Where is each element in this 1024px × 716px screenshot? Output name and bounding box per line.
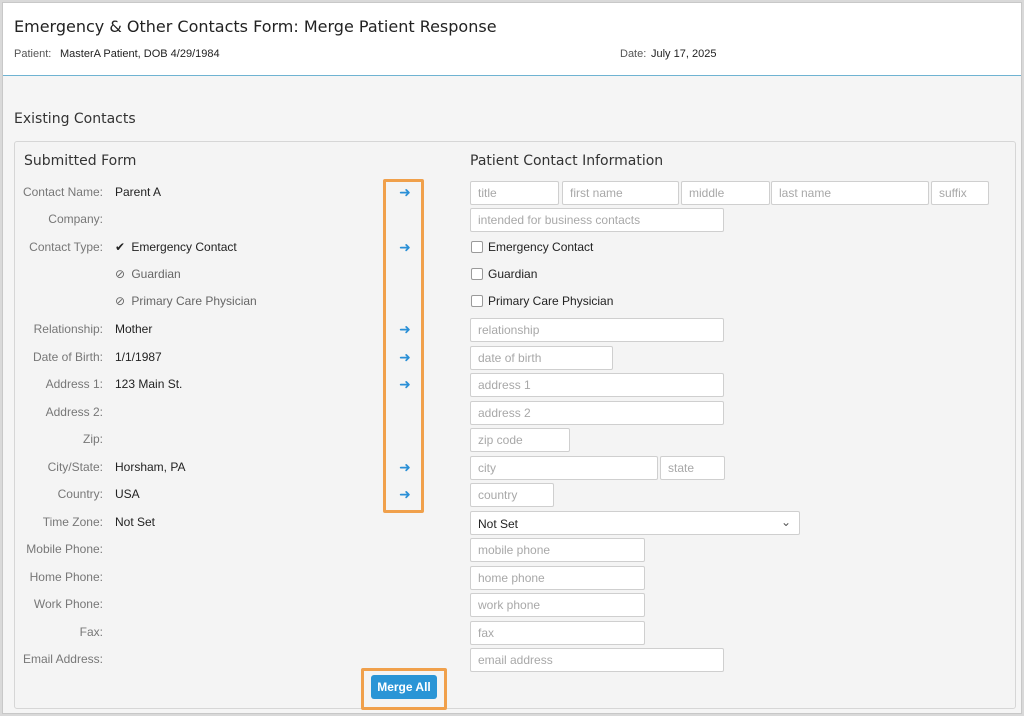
row-contact-type-guardian: ⊘ Guardian Guardian [15,263,1015,287]
relationship-input[interactable] [470,318,724,342]
contact-type-guardian-value: ⊘ Guardian [115,267,181,281]
address1-label: Address 1: [45,377,103,391]
email-label: Email Address: [22,652,103,666]
date-label: Date: [620,48,647,60]
row-time-zone: Time Zone: Not Set Not Set ⌄ [15,511,1015,535]
first-name-input[interactable] [562,181,679,205]
patient-label: Patient: [14,48,52,60]
dob-label: Date of Birth: [32,350,103,364]
row-work-phone: Work Phone: [15,593,1015,617]
city-state-label: City/State: [47,460,103,474]
address2-input[interactable] [470,401,724,425]
dob-value: 1/1/1987 [115,350,162,364]
company-label: Company: [48,212,103,226]
fax-input[interactable] [470,621,645,645]
contact-name-value: Parent A [115,185,162,199]
row-contact-type-emergency: Contact Type: ✔ Emergency Contact ➜ Emer… [15,236,1015,260]
address2-label: Address 2: [45,405,103,419]
submitted-form-title: Submitted Form [24,153,137,169]
last-name-input[interactable] [771,181,929,205]
email-input[interactable] [470,648,724,672]
zip-input[interactable] [470,428,570,452]
work-phone-input[interactable] [470,593,645,617]
window-frame: Emergency & Other Contacts Form: Merge P… [2,2,1022,714]
emergency-contact-checkbox-label: Emergency Contact [488,240,594,254]
row-city-state: City/State: Horsham, PA ➜ [15,456,1015,480]
section-title: Existing Contacts [14,111,136,127]
row-address2: Address 2: [15,401,1015,425]
relationship-value: Mother [115,322,153,336]
merge-all-button[interactable]: Merge All [371,675,437,699]
zip-label: Zip: [82,432,103,446]
home-phone-label: Home Phone: [29,570,103,584]
country-input[interactable] [470,483,554,507]
time-zone-select[interactable]: Not Set ⌄ [470,511,800,535]
time-zone-value: Not Set [115,515,156,529]
address1-input[interactable] [470,373,724,397]
title-input[interactable] [470,181,559,205]
dob-input[interactable] [470,346,613,370]
contact-type-pcp-value: ⊘ Primary Care Physician [115,294,257,308]
row-address1: Address 1: 123 Main St. ➜ [15,373,1015,397]
page-title: Emergency & Other Contacts Form: Merge P… [14,17,497,36]
state-input[interactable] [660,456,725,480]
checkmark-icon: ✔ [115,240,126,254]
contact-type-label: Contact Type: [29,240,103,254]
city-input[interactable] [470,456,658,480]
contact-type-emergency-value: ✔ Emergency Contact [115,240,237,254]
company-input[interactable] [470,208,724,232]
row-contact-type-pcp: ⊘ Primary Care Physician Primary Care Ph… [15,290,1015,314]
primary-care-physician-checkbox-label: Primary Care Physician [488,294,614,308]
contact-name-label: Contact Name: [22,185,103,199]
country-label: Country: [57,487,103,501]
row-company: Company: [15,208,1015,232]
not-selected-icon: ⊘ [115,294,126,308]
home-phone-input[interactable] [470,566,645,590]
emergency-contact-checkbox[interactable] [471,241,483,253]
primary-care-physician-checkbox[interactable] [471,295,483,307]
row-contact-name: Contact Name: Parent A ➜ [15,181,1015,205]
guardian-checkbox[interactable] [471,268,483,280]
mobile-phone-label: Mobile Phone: [26,542,103,556]
row-mobile-phone: Mobile Phone: [15,538,1015,562]
mobile-phone-input[interactable] [470,538,645,562]
country-value: USA [115,487,140,501]
page-header: Emergency & Other Contacts Form: Merge P… [3,3,1021,76]
relationship-label: Relationship: [33,322,103,336]
middle-name-input[interactable] [681,181,770,205]
chevron-down-icon: ⌄ [780,515,791,529]
time-zone-selected-value: Not Set [478,517,519,531]
merge-arrows-highlight [383,179,424,513]
row-zip: Zip: [15,428,1015,452]
work-phone-label: Work Phone: [33,597,103,611]
guardian-checkbox-label: Guardian [488,267,538,281]
suffix-input[interactable] [931,181,989,205]
address1-value: 123 Main St. [115,377,183,391]
patient-contact-info-title: Patient Contact Information [470,153,664,169]
row-email: Email Address: [15,648,1015,672]
contacts-panel: Submitted Form Patient Contact Informati… [14,141,1016,710]
row-fax: Fax: [15,621,1015,645]
row-home-phone: Home Phone: [15,566,1015,590]
patient-value: MasterA Patient, DOB 4/29/1984 [60,48,220,60]
time-zone-label: Time Zone: [42,515,103,529]
date-value: July 17, 2025 [651,48,717,60]
fax-label: Fax: [79,625,103,639]
row-dob: Date of Birth: 1/1/1987 ➜ [15,346,1015,370]
not-selected-icon: ⊘ [115,267,126,281]
row-country: Country: USA ➜ [15,483,1015,507]
row-relationship: Relationship: Mother ➜ [15,318,1015,342]
city-state-value: Horsham, PA [115,460,186,474]
